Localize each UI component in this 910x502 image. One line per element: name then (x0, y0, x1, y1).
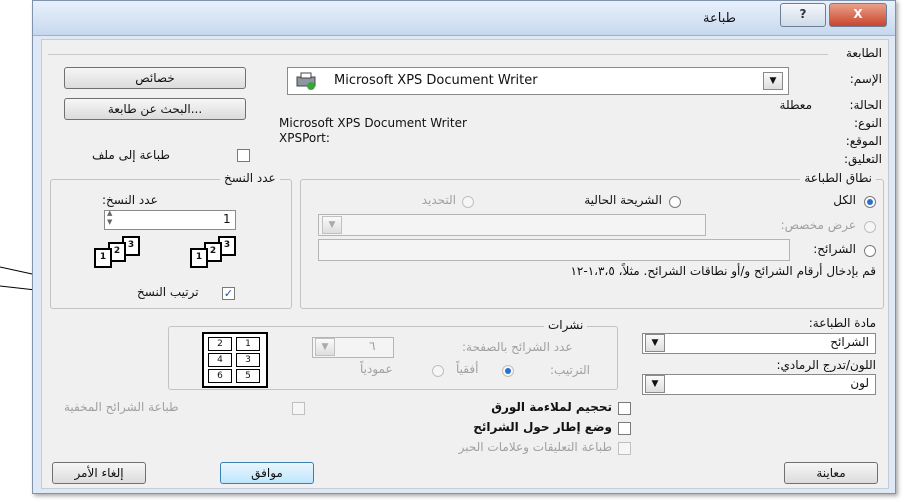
chevron-down-icon[interactable]: ▼ (322, 216, 342, 234)
copies-count-label: عدد النسخ: (102, 193, 158, 207)
range-hint: قم بإدخال أرقام الشرائح و/أو نطاقات الشر… (570, 264, 876, 278)
handout-slide: 4 (208, 353, 232, 367)
spin-down-icon[interactable]: ▼ (107, 218, 112, 226)
collate-stack-a: 3 2 1 (82, 236, 152, 276)
print-range-label: نطاق الطباعة (800, 171, 876, 185)
collate-checkbox[interactable]: ✓ (222, 287, 235, 300)
close-button[interactable]: X (829, 3, 887, 27)
printer-name-value: Microsoft XPS Document Writer (334, 73, 538, 88)
stack-page: 1 (190, 248, 208, 268)
copies-count-stepper[interactable]: 1 ▲ ▼ (104, 209, 236, 230)
print-dialog: طباعة ? X الطابعة الإسم: Microsoft XPS D… (32, 0, 896, 494)
collate-label: ترتيب النسخ (137, 285, 199, 299)
per-page-label: عدد الشرائح بالصفحة: (462, 340, 573, 354)
print-hidden-label: طباعة الشرائح المخفية (64, 400, 179, 414)
print-to-file-label: طباعة إلى ملف (92, 148, 170, 162)
cancel-button[interactable]: إلغاء الأمر (52, 462, 146, 484)
collate-stack-b: 3 2 1 (178, 236, 248, 276)
order-vertical-radio[interactable] (432, 365, 444, 377)
ok-button[interactable]: موافق (220, 462, 314, 484)
type-label: النوع: (853, 116, 882, 130)
range-current-slide-radio[interactable] (669, 196, 681, 208)
print-hidden-checkbox[interactable] (292, 402, 305, 415)
range-slides-radio[interactable] (864, 245, 876, 257)
range-current-slide-label: الشريحة الحالية (584, 193, 662, 207)
properties-button[interactable]: خصائص (64, 67, 246, 89)
where-label: الموقع: (845, 134, 882, 148)
handout-slide: 3 (236, 353, 260, 367)
handout-slide: 2 (208, 337, 232, 351)
order-horizontal-label: أفقياً (456, 362, 479, 376)
chevron-down-icon[interactable]: ▼ (645, 375, 665, 393)
copies-group-label: عدد النسخ (220, 171, 280, 185)
scale-to-fit-checkbox[interactable] (618, 402, 631, 415)
status-value: معطلة (779, 98, 812, 112)
scale-to-fit-label: تحجيم لملاءمة الورق (491, 400, 612, 414)
help-button[interactable]: ? (780, 3, 826, 27)
color-label: اللون/تدرج الرمادي: (776, 358, 877, 372)
print-comments-checkbox[interactable] (618, 442, 631, 455)
order-horizontal-radio[interactable] (502, 365, 514, 377)
per-page-combo[interactable]: ٦ ▼ (312, 337, 394, 358)
print-what-label: مادة الطباعة: (808, 316, 876, 330)
chevron-down-icon[interactable]: ▼ (315, 338, 335, 356)
dialog-body: الطابعة الإسم: Microsoft XPS Document Wr… (41, 39, 889, 489)
print-what-value: الشرائح (830, 335, 869, 349)
handout-slide: 1 (236, 337, 260, 351)
range-custom-label: عرض مخصص: (780, 218, 856, 232)
slides-input[interactable] (318, 239, 790, 261)
print-to-file-checkbox[interactable] (237, 149, 250, 162)
type-value: Microsoft XPS Document Writer (279, 116, 467, 130)
dialog-title: طباعة (703, 11, 736, 26)
per-page-value: ٦ (369, 339, 376, 353)
range-slides-label: الشرائح: (813, 242, 856, 256)
copies-count-value: 1 (223, 212, 231, 226)
print-what-combo[interactable]: الشرائح ▼ (642, 333, 876, 354)
print-comments-label: طباعة التعليقات وعلامات الحبر (458, 440, 612, 454)
order-label: الترتيب: (550, 363, 591, 377)
chevron-down-icon[interactable]: ▼ (645, 334, 665, 352)
comment-label: التعليق: (843, 152, 882, 166)
printer-group-label: الطابعة (845, 46, 882, 60)
range-all-label: الكل (833, 193, 856, 207)
spin-up-icon[interactable]: ▲ (107, 209, 112, 217)
printer-name-combo[interactable]: Microsoft XPS Document Writer ▼ (287, 67, 789, 95)
handout-slide: 5 (236, 369, 260, 383)
preview-button[interactable]: معاينة (784, 462, 878, 484)
title-bar (33, 1, 895, 36)
range-custom-radio[interactable] (864, 221, 876, 233)
chevron-down-icon[interactable]: ▼ (763, 72, 783, 90)
printer-divider (48, 54, 828, 55)
order-vertical-label: عمودياً (360, 362, 393, 376)
find-printer-button[interactable]: البحث عن طابعة... (64, 98, 246, 120)
range-selection-label: التحديد (421, 193, 456, 207)
handout-slide: 6 (208, 369, 232, 383)
frame-slides-label: وضع إطار حول الشرائح (473, 420, 612, 434)
handout-preview: 2 1 4 3 6 5 (202, 332, 268, 388)
where-value: XPSPort: (279, 131, 330, 145)
range-all-radio[interactable] (864, 196, 876, 208)
custom-show-combo[interactable]: ▼ (318, 214, 706, 236)
range-selection-radio[interactable] (462, 196, 474, 208)
color-combo[interactable]: لون ▼ (642, 374, 876, 395)
printer-icon (294, 72, 318, 93)
frame-slides-checkbox[interactable] (618, 422, 631, 435)
status-label: الحالة: (849, 98, 882, 112)
handouts-group-label: نشرات (544, 318, 588, 332)
printer-name-label: الإسم: (849, 72, 882, 86)
color-value: لون (850, 376, 869, 390)
stack-page: 1 (94, 248, 112, 268)
